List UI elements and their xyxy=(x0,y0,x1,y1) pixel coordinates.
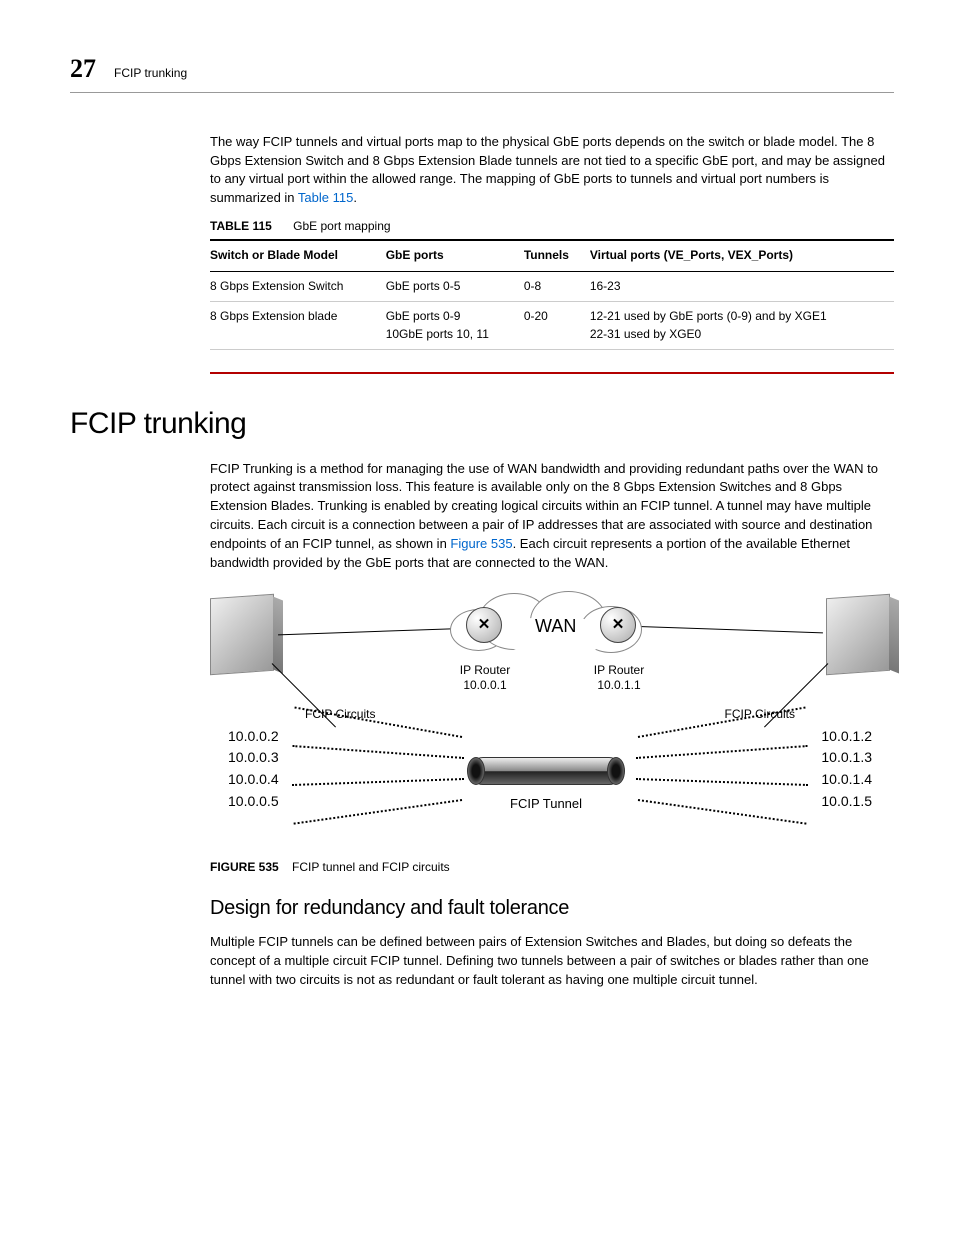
section-heading: FCIP trunking xyxy=(70,402,894,446)
circuit-line xyxy=(292,778,464,786)
th-ports: GbE ports xyxy=(386,240,524,271)
circuit-line xyxy=(292,745,464,759)
table-row: 8 Gbps Extension Switch GbE ports 0-5 0-… xyxy=(210,271,894,301)
cell-ports: GbE ports 0-9 10GbE ports 10, 11 xyxy=(386,302,524,350)
table-label: TABLE 115 xyxy=(210,219,272,233)
switch-device-left-icon xyxy=(210,593,274,674)
redundancy-paragraph: Multiple FCIP tunnels can be defined bet… xyxy=(210,933,894,990)
intro-tail: . xyxy=(353,190,357,205)
figure-caption: FIGURE 535 FCIP tunnel and FCIP circuits xyxy=(210,859,894,876)
table-xref-link[interactable]: Table 115 xyxy=(298,190,353,205)
router-right-label: IP Router 10.0.1.1 xyxy=(584,663,654,694)
ip-address: 10.0.0.5 xyxy=(228,791,279,813)
ip-address: 10.0.0.4 xyxy=(228,769,279,791)
th-vports: Virtual ports (VE_Ports, VEX_Ports) xyxy=(590,240,894,271)
ip-list-left: 10.0.0.2 10.0.0.3 10.0.0.4 10.0.0.5 xyxy=(228,726,279,813)
header-section-title: FCIP trunking xyxy=(114,65,187,82)
gbe-port-mapping-table: Switch or Blade Model GbE ports Tunnels … xyxy=(210,239,894,350)
tunnel-label: FCIP Tunnel xyxy=(510,795,582,814)
cell-tunnels: 0-8 xyxy=(524,271,590,301)
cell-model: 8 Gbps Extension blade xyxy=(210,302,386,350)
ip-address: 10.0.1.5 xyxy=(821,791,872,813)
figure-label: FIGURE 535 xyxy=(210,860,279,874)
ip-address: 10.0.1.2 xyxy=(821,726,872,748)
cell-vports: 16-23 xyxy=(590,271,894,301)
page-number: 27 xyxy=(70,50,96,88)
table-title: GbE port mapping xyxy=(293,219,390,233)
ip-address: 10.0.0.2 xyxy=(228,726,279,748)
table-caption: TABLE 115 GbE port mapping xyxy=(210,218,894,235)
figure-xref-link[interactable]: Figure 535 xyxy=(450,536,512,551)
th-tunnels: Tunnels xyxy=(524,240,590,271)
intro-paragraph: The way FCIP tunnels and virtual ports m… xyxy=(210,133,894,208)
ip-address: 10.0.0.3 xyxy=(228,747,279,769)
page-header: 27 FCIP trunking xyxy=(70,50,894,93)
cell-vports: 12-21 used by GbE ports (0-9) and by XGE… xyxy=(590,302,894,350)
router-left-label: IP Router 10.0.0.1 xyxy=(450,663,520,694)
circuit-line xyxy=(636,745,808,759)
link-line xyxy=(278,627,473,635)
ip-address: 10.0.1.4 xyxy=(821,769,872,791)
fcip-tunnel-icon xyxy=(470,757,622,785)
section-divider xyxy=(210,372,894,374)
wan-label: WAN xyxy=(535,613,576,639)
trunking-paragraph: FCIP Trunking is a method for managing t… xyxy=(210,460,894,573)
table-row: 8 Gbps Extension blade GbE ports 0-9 10G… xyxy=(210,302,894,350)
subsection-heading: Design for redundancy and fault toleranc… xyxy=(210,894,894,923)
circuit-line xyxy=(636,778,808,786)
cell-tunnels: 0-20 xyxy=(524,302,590,350)
circuit-line xyxy=(294,799,463,825)
router-left-icon: ✕ xyxy=(466,607,502,643)
figure-title: FCIP tunnel and FCIP circuits xyxy=(292,860,450,874)
circuit-line xyxy=(638,799,807,825)
router-right-icon: ✕ xyxy=(600,607,636,643)
ip-address: 10.0.1.3 xyxy=(821,747,872,769)
cell-ports: GbE ports 0-5 xyxy=(386,271,524,301)
ip-list-right: 10.0.1.2 10.0.1.3 10.0.1.4 10.0.1.5 xyxy=(821,726,872,813)
link-line xyxy=(628,625,823,633)
switch-device-right-icon xyxy=(826,593,890,674)
fcip-diagram: WAN ✕ ✕ IP Router 10.0.0.1 IP Router 10.… xyxy=(210,591,890,851)
th-model: Switch or Blade Model xyxy=(210,240,386,271)
cell-model: 8 Gbps Extension Switch xyxy=(210,271,386,301)
